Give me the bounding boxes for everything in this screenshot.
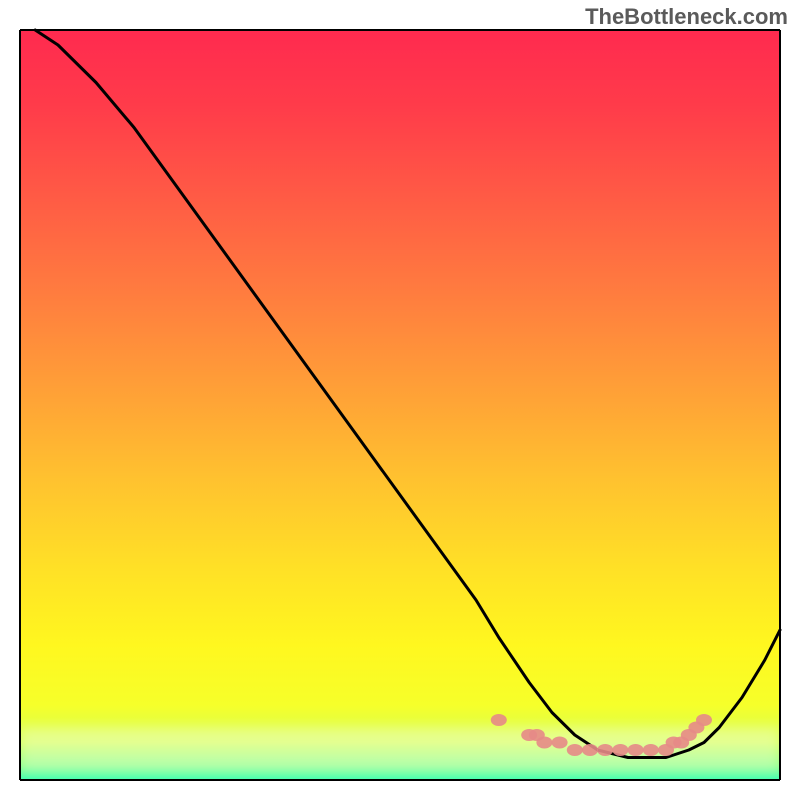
chart-container: TheBottleneck.com [0, 0, 800, 800]
watermark-text: TheBottleneck.com [585, 4, 788, 30]
gradient-background [20, 30, 780, 780]
bottleneck-marker [696, 714, 712, 726]
bottleneck-marker [612, 744, 628, 756]
bottleneck-marker [643, 744, 659, 756]
bottleneck-marker [628, 744, 644, 756]
bottleneck-marker [582, 744, 598, 756]
bottleneck-marker [567, 744, 583, 756]
bottleneck-marker [491, 714, 507, 726]
bottleneck-marker [536, 737, 552, 749]
bottleneck-chart [0, 0, 800, 800]
bottleneck-marker [597, 744, 613, 756]
bottleneck-marker [552, 737, 568, 749]
